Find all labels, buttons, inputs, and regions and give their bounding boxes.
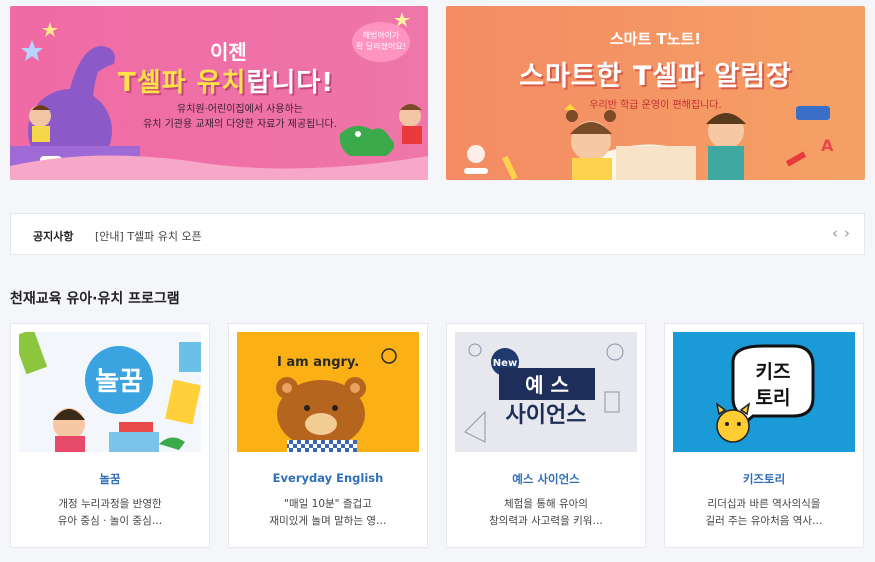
banner-left-desc-line2: 유치 기관용 교재의 다양한 자료가 제공됩니다. [143,119,337,130]
banner-tsherpa-kinder[interactable]: 이젠 T셀파 유치랍니다! 유치원·어린이집에서 사용하는 유치 기관용 교재의… [10,6,428,180]
card-title[interactable]: Everyday English [229,471,427,485]
section-title: 천재교육 유아·유치 프로그램 [10,291,180,307]
banner-left-title: T셀파 유치랍니다! [118,62,334,99]
notice-label: 공지사항 [33,230,74,243]
banner-left-desc: 유치원·어린이집에서 사용하는 유치 기관용 교재의 다양한 자료가 제공됩니다… [130,102,350,132]
card-desc-line2: 재미있게 놀며 말하는 영… [269,515,387,527]
program-card-nolkkum[interactable]: 놀꿈 놀꿈 개정 누리과정을 반영한 유아 중심 · 놀이 중심… [10,323,210,548]
badge-line1: 해법아이가 [362,31,400,40]
english-thumb-text: I am angry. [277,355,359,370]
notice-nav: ‹ › [826,224,850,242]
card-desc-line2: 창의력과 사고력을 키워… [489,515,603,527]
card-thumbnail: 키즈 토리 [673,332,855,452]
banner-right-desc: 우리반 학급 운영이 편해집니다. [589,100,722,111]
card-desc-line1: "매일 10분" 즐겁고 [284,498,372,510]
kidstory-logo-line2: 토리 [756,387,791,409]
card-title[interactable]: 놀꿈 [11,471,209,487]
science-logo-line2: 사이언스 [506,403,587,428]
card-desc-line2: 유아 중심 · 놀이 중심… [57,515,163,527]
notice-next-icon[interactable]: › [844,224,850,242]
notice-bar: 공지사항 [안내] T셀파 유치 오픈 ‹ › [10,213,865,255]
banner-left-top-line: 이젠 [210,40,247,64]
new-badge-text: New [493,358,517,369]
card-title[interactable]: 키즈토리 [665,471,863,487]
card-desc: 개정 누리과정을 반영한 유아 중심 · 놀이 중심… [25,496,195,530]
card-thumbnail: New 예 스 사이언스 [455,332,637,452]
science-logo-line1: 예 스 [525,373,569,397]
card-thumbnail: I am angry. [237,332,419,452]
card-desc-line1: 체험을 통해 유아의 [504,498,588,510]
notice-link[interactable]: [안내] T셀파 유치 오픈 [95,228,202,244]
kidstory-logo-line1: 키즈 [756,361,791,383]
banner-left-title-rest: 랍니다! [246,68,335,98]
card-desc-line1: 리더십과 바른 역사의식을 [707,498,821,510]
banner-left-badge: 해법아이가 확 달라졌어요! [352,22,410,62]
banner-right-top-line: 스마트 T노트! [609,30,702,48]
banner-left-desc-line1: 유치원·어린이집에서 사용하는 [177,104,303,115]
card-desc: "매일 10분" 즐겁고 재미있게 놀며 말하는 영… [243,496,413,530]
card-desc-line1: 개정 누리과정을 반영한 [58,498,162,510]
program-card-everyday-english[interactable]: I am angry. Everyday English "매일 10분" 즐겁… [228,323,428,548]
card-desc: 리더십과 바른 역사의식을 길러 주는 유아처음 역사… [679,496,849,530]
svg-text:A: A [821,136,834,155]
nolkkum-logo-text: 놀꿈 [95,367,143,397]
card-desc-line2: 길러 주는 유아처음 역사… [705,515,823,527]
banner-right-title: 스마트한 T셀파 알림장 [519,61,792,92]
banner-smart-tnote[interactable]: A 스마트 T노트! 스마트한 T셀파 알림장 우리반 학급 운영이 편해집니다… [446,6,865,180]
program-card-kidstory[interactable]: 키즈 토리 키즈토리 리더십과 바른 역사의식을 길러 주는 유아처음 역사… [664,323,864,548]
card-desc: 체험을 통해 유아의 창의력과 사고력을 키워… [461,496,631,530]
badge-line2: 확 달라졌어요! [356,42,406,51]
card-title[interactable]: 예스 사이언스 [447,471,645,487]
card-thumbnail: 놀꿈 [19,332,201,452]
banner-left-title-highlight: T셀파 유치 [118,68,247,98]
program-card-yes-science[interactable]: New 예 스 사이언스 예스 사이언스 체험을 통해 유아의 창의력과 사고력… [446,323,646,548]
notice-prev-icon[interactable]: ‹ [832,224,838,242]
